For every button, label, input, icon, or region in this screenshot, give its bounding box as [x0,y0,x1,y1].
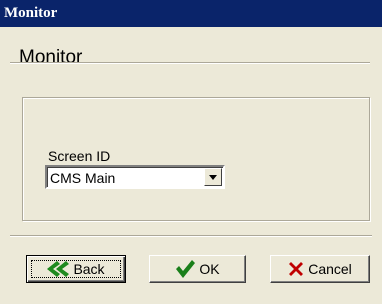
dropdown-button[interactable] [204,168,222,186]
screen-id-select[interactable]: CMS Main [45,165,225,189]
window-titlebar[interactable]: Monitor [0,0,382,27]
screen-id-label: Screen ID [48,148,111,164]
focus-rectangle [31,260,121,278]
header-divider [10,62,370,64]
x-cross-icon [288,261,304,277]
window-title: Monitor [4,5,58,21]
page-title: Monitor [19,47,83,68]
back-button[interactable]: Back [26,255,126,283]
screen-id-selected-value: CMS Main [50,170,116,186]
cancel-button-label: Cancel [308,261,352,277]
cancel-button[interactable]: Cancel [270,255,370,283]
triangle-down-icon [209,175,217,180]
checkmark-icon [175,260,196,278]
footer-divider [10,235,372,237]
ok-button[interactable]: OK [149,255,246,283]
ok-button-label: OK [199,261,220,277]
